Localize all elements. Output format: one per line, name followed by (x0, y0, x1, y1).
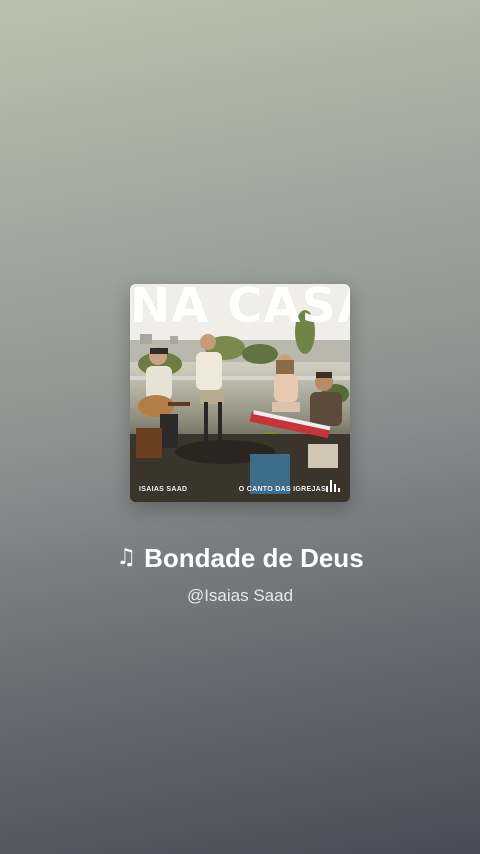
album-cover-headline: NA CASA (130, 284, 350, 328)
bars-logo-icon (326, 480, 340, 492)
album-cover[interactable]: NA CASA ISAIAS SAAD O CANTO DAS IGREJAS (130, 284, 350, 502)
album-cover-artist: ISAIAS SAAD (139, 486, 188, 493)
album-cover-series: O CANTO DAS IGREJAS (238, 486, 326, 493)
artist-handle[interactable]: @Isaias Saad (0, 586, 480, 606)
music-note-icon: ♫ (116, 545, 137, 570)
track-title-row: ♫ Bondade de Deus (0, 540, 480, 576)
music-share-screen: NA CASA ISAIAS SAAD O CANTO DAS IGREJAS … (0, 0, 480, 854)
song-title: Bondade de Deus (144, 542, 364, 573)
